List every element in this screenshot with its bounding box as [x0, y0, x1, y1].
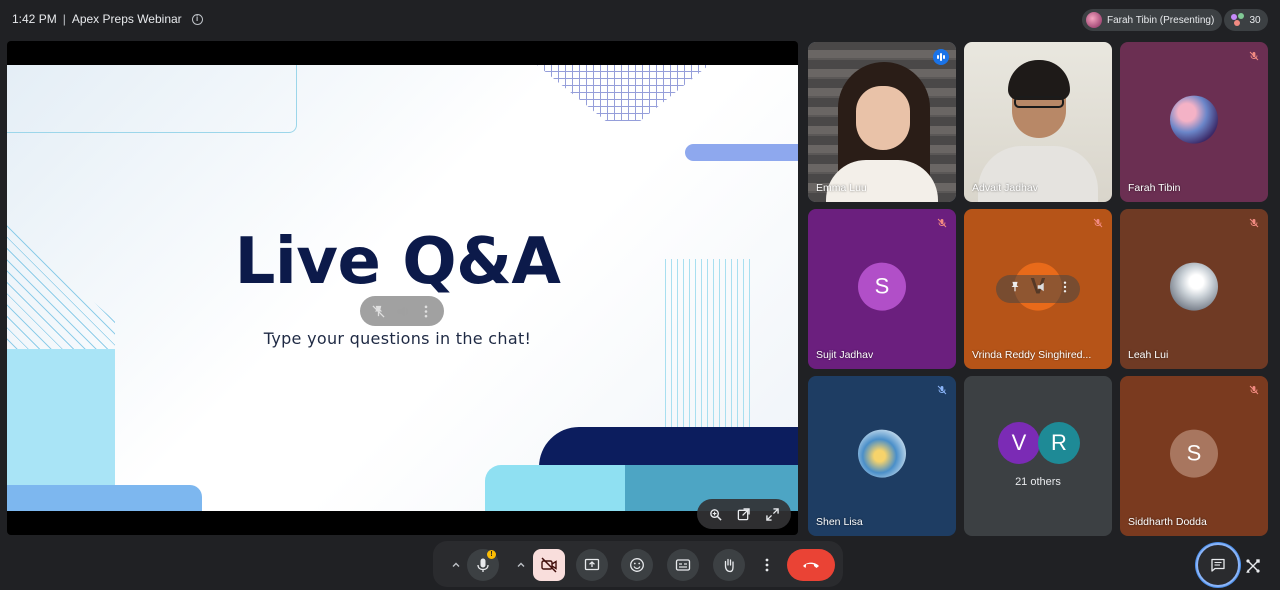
mic-icon	[477, 558, 489, 572]
chat-button[interactable]	[1196, 543, 1240, 587]
call-controls: !	[433, 541, 843, 587]
participant-name: Advait Jadhav	[972, 182, 1038, 194]
avatar: S	[1170, 429, 1218, 478]
audio-level-icon	[933, 49, 949, 65]
volume-icon[interactable]	[393, 302, 411, 320]
mic-off-icon	[1091, 216, 1105, 230]
meeting-title: Apex Preps Webinar	[71, 12, 182, 26]
mic-off-icon	[1247, 383, 1261, 397]
emoji-icon	[630, 558, 644, 572]
slide-decoration-grid	[537, 65, 709, 121]
camera-off-icon	[541, 557, 557, 573]
participant-tile-vrinda-reddy[interactable]: V Vrinda Reddy Singhired...	[964, 209, 1112, 369]
mic-off-icon	[1247, 216, 1261, 230]
participant-name: Shen Lisa	[816, 516, 863, 528]
avatar-photo	[858, 429, 906, 478]
camera-button[interactable]	[533, 549, 565, 581]
header-separator: |	[62, 12, 66, 26]
unpin-icon[interactable]	[369, 302, 387, 320]
more-options-button[interactable]	[754, 549, 780, 581]
slide-decoration-pill	[685, 144, 798, 161]
captions-button[interactable]	[667, 549, 699, 581]
participant-tile-sujit-jadhav[interactable]: S Sujit Jadhav	[808, 209, 956, 369]
raise-hand-icon	[724, 558, 734, 573]
participant-tile-shen-lisa[interactable]: Shen Lisa	[808, 376, 956, 536]
video-figure	[1014, 96, 1064, 108]
avatar-photo	[1170, 95, 1218, 144]
avatar-photo	[1170, 262, 1218, 311]
slide-decoration-cyan	[485, 465, 625, 511]
pin-icon[interactable]	[1009, 280, 1021, 298]
mic-off-icon	[935, 383, 949, 397]
end-call-icon	[803, 562, 819, 568]
video-figure	[856, 86, 910, 150]
others-count-label: 21 others	[1015, 476, 1061, 488]
slide: Live Q&A Type your questions in the chat…	[7, 65, 798, 511]
captions-icon	[675, 559, 691, 571]
tile-hover-toolbar	[996, 275, 1080, 303]
zoom-icon[interactable]	[704, 503, 726, 525]
participant-name: Sujit Jadhav	[816, 349, 874, 361]
people-icon	[1231, 13, 1245, 27]
participant-tile-leah-lui[interactable]: Leah Lui	[1120, 209, 1268, 369]
slide-subtitle: Type your questions in the chat!	[263, 329, 532, 348]
chat-icon	[1211, 558, 1225, 572]
participant-tile-others[interactable]: V R 21 others	[964, 376, 1112, 536]
mic-off-icon	[1247, 49, 1261, 63]
info-icon[interactable]: i	[191, 13, 203, 25]
slide-decoration-frame	[7, 65, 297, 133]
slide-decoration-bottom	[7, 485, 202, 511]
avatar: R	[1038, 422, 1080, 464]
participant-name: Siddharth Dodda	[1128, 516, 1207, 528]
participant-tile-advait-jadhav[interactable]: Advait Jadhav	[964, 42, 1112, 202]
presenter-avatar	[1086, 12, 1102, 28]
more-options-icon[interactable]	[1063, 280, 1067, 298]
presenting-chip[interactable]: Farah Tibin (Presenting)	[1082, 9, 1223, 31]
participant-name: Emma Luu	[816, 182, 867, 194]
more-options-icon[interactable]	[417, 302, 435, 320]
avatar: S	[858, 262, 906, 311]
participant-name: Leah Lui	[1128, 349, 1169, 361]
clock-time: 1:42 PM	[12, 12, 57, 26]
avatar	[1170, 262, 1218, 311]
present-screen-icon	[584, 558, 600, 571]
emoji-reactions-button[interactable]	[621, 549, 653, 581]
present-screen-button[interactable]	[576, 549, 608, 581]
others-avatars: V R	[998, 422, 1082, 466]
avatar	[1170, 95, 1218, 144]
participant-tile-siddharth-dodda[interactable]: S Siddharth Dodda	[1120, 376, 1268, 536]
participant-count: 30	[1249, 14, 1261, 26]
participant-name: Vrinda Reddy Singhired...	[972, 349, 1092, 361]
raise-hand-button[interactable]	[713, 549, 745, 581]
volume-icon[interactable]	[1036, 280, 1048, 298]
presentation-hover-toolbar	[360, 296, 444, 326]
avatar	[858, 429, 906, 478]
chevron-up-icon	[452, 562, 460, 567]
presentation-zoom-controls	[697, 499, 791, 529]
activities-button[interactable]	[1240, 553, 1266, 579]
presentation-area: Live Q&A Type your questions in the chat…	[7, 41, 798, 535]
top-bar: 1:42 PM | Apex Preps Webinar i Farah Tib…	[0, 0, 1280, 40]
presenting-label: Farah Tibin (Presenting)	[1107, 14, 1215, 26]
meeting-info: 1:42 PM | Apex Preps Webinar i	[12, 12, 203, 26]
chevron-up-icon	[517, 562, 525, 567]
more-vert-icon	[765, 558, 769, 572]
participant-name: Farah Tibin	[1128, 182, 1181, 194]
participant-tile-emma-luu[interactable]: Emma Luu	[808, 42, 956, 202]
video-options-button[interactable]	[508, 549, 534, 581]
people-button[interactable]: 30	[1224, 9, 1268, 31]
avatar: V	[998, 422, 1040, 464]
mic-off-icon	[935, 216, 949, 230]
end-call-button[interactable]	[787, 549, 835, 581]
warning-icon: !	[487, 550, 496, 559]
pop-out-icon[interactable]	[733, 503, 755, 525]
audio-options-button[interactable]	[443, 549, 469, 581]
activities-icon	[1246, 559, 1260, 573]
participant-tile-farah-tibin[interactable]: Farah Tibin	[1120, 42, 1268, 202]
slide-title: Live Q&A	[234, 225, 561, 299]
microphone-button[interactable]: !	[467, 549, 499, 581]
fullscreen-icon[interactable]	[762, 503, 784, 525]
